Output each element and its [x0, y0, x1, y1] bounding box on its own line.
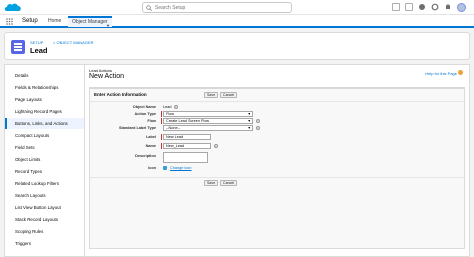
- search-input[interactable]: [155, 4, 287, 12]
- name-field-label: Name: [145, 144, 156, 148]
- breadcrumb-object-manager-label: OBJECT MANAGER: [56, 40, 94, 45]
- label-input[interactable]: New Lead: [163, 134, 211, 140]
- standard-label-type-label: Standard Label Type: [118, 126, 156, 130]
- sidebar-item-buttons-links-actions[interactable]: Buttons, Links, and Actions: [5, 118, 85, 129]
- sidebar-item-field-sets[interactable]: Field Sets: [5, 142, 85, 153]
- object-header: SETUP > OBJECT MANAGER Lead: [4, 32, 470, 60]
- label-field-label: Label: [146, 135, 156, 139]
- sidebar-item-lightning-record-pages[interactable]: Lightning Record Pages: [5, 106, 85, 117]
- notifications-icon[interactable]: [444, 3, 452, 11]
- sidebar-item-fields-relationships[interactable]: Fields & Relationships: [5, 82, 85, 93]
- avatar[interactable]: [457, 3, 466, 12]
- info-icon[interactable]: i: [256, 119, 260, 123]
- sidebar-item-list-view-button-layout[interactable]: List View Button Layout: [5, 202, 85, 213]
- required-indicator: [161, 111, 162, 117]
- save-button-bottom[interactable]: Save: [204, 180, 219, 186]
- required-indicator: [161, 143, 162, 149]
- panel-divider: [90, 101, 464, 102]
- action-icon: [163, 166, 167, 170]
- sidebar-item-compact-layouts[interactable]: Compact Layouts: [5, 130, 85, 141]
- standard-label-type-select[interactable]: --None-- ▼: [163, 125, 253, 131]
- app-nav-bar: Setup Home Object Manager ▼: [0, 15, 474, 28]
- description-label: Description: [135, 154, 156, 158]
- gear-icon[interactable]: [431, 3, 439, 11]
- chevron-down-icon[interactable]: ▼: [106, 21, 110, 30]
- help-link[interactable]: Help for this Page: [425, 71, 457, 76]
- header-icons: [392, 3, 466, 12]
- action-type-select[interactable]: Flow ▼: [163, 111, 253, 117]
- flow-value: Create Lead Screen Flow: [166, 119, 210, 123]
- info-icon[interactable]: i: [256, 126, 260, 130]
- required-indicator: [161, 118, 162, 124]
- app-launcher-icon[interactable]: [6, 18, 13, 25]
- chevron-down-icon: ▼: [247, 126, 251, 130]
- section-title: New Action: [89, 73, 125, 80]
- sidebar-item-page-layouts[interactable]: Page Layouts: [5, 94, 85, 105]
- object-sidebar: Details Fields & Relationships Page Layo…: [4, 64, 85, 257]
- sidebar-item-record-types[interactable]: Record Types: [5, 166, 85, 177]
- action-form-panel: Enter Action Information Save Cancel Obj…: [89, 87, 465, 249]
- main-content: Lead Actions New Action Help for this Pa…: [84, 64, 470, 257]
- object-name-value: Lead: [163, 105, 172, 109]
- chevron-down-icon: ▼: [247, 119, 251, 123]
- action-type-label: Action Type: [134, 112, 156, 116]
- cancel-button-bottom[interactable]: Cancel: [220, 180, 238, 186]
- salesforce-logo[interactable]: [4, 2, 22, 13]
- favorites-icon[interactable]: [392, 3, 400, 11]
- sidebar-item-scoping-rules[interactable]: Scoping Rules: [5, 226, 85, 237]
- add-icon[interactable]: [405, 3, 413, 11]
- info-icon[interactable]: i: [214, 144, 218, 148]
- flow-label: Flow: [147, 119, 156, 123]
- standard-label-type-value: --None--: [166, 126, 181, 130]
- description-textarea[interactable]: [163, 152, 208, 163]
- sidebar-item-related-lookup-filters[interactable]: Related Lookup Filters: [5, 178, 85, 189]
- layers-icon: [11, 40, 25, 54]
- sidebar-item-search-layouts[interactable]: Search Layouts: [5, 190, 85, 201]
- sidebar-item-object-limits[interactable]: Object Limits: [5, 154, 85, 165]
- sidebar-item-details[interactable]: Details: [5, 70, 85, 81]
- name-input[interactable]: New_Lead: [163, 143, 211, 149]
- tab-home[interactable]: Home: [44, 16, 68, 27]
- chevron-down-icon: ▼: [247, 112, 251, 116]
- icon-label: Icon: [148, 166, 156, 170]
- search-box[interactable]: [142, 2, 292, 13]
- object-name-label: Object Name: [132, 105, 156, 109]
- save-button[interactable]: Save: [204, 92, 219, 98]
- search-icon: [146, 5, 152, 11]
- app-name: Setup: [22, 18, 38, 24]
- action-type-value: Flow: [166, 112, 175, 116]
- help-icon[interactable]: [418, 3, 426, 11]
- info-icon[interactable]: i: [174, 105, 178, 109]
- breadcrumb-setup[interactable]: SETUP: [30, 40, 43, 45]
- sidebar-item-triggers[interactable]: Triggers: [5, 238, 85, 249]
- panel-title: Enter Action Information: [94, 92, 147, 97]
- flow-select[interactable]: Create Lead Screen Flow ▼: [163, 118, 253, 124]
- panel-divider: [90, 177, 464, 178]
- tab-object-manager-label: Object Manager: [72, 19, 108, 25]
- page-title: Lead: [30, 46, 48, 55]
- sidebar-item-stack-record-layouts[interactable]: Stack Record Layouts: [5, 214, 85, 225]
- breadcrumb-object-manager[interactable]: > OBJECT MANAGER: [53, 40, 94, 45]
- tab-object-manager[interactable]: Object Manager ▼: [68, 16, 112, 30]
- global-header: [0, 0, 474, 15]
- help-icon[interactable]: [458, 70, 463, 75]
- required-indicator: [161, 134, 162, 140]
- cancel-button[interactable]: Cancel: [220, 92, 238, 98]
- change-icon-link[interactable]: Change Icon: [170, 166, 192, 170]
